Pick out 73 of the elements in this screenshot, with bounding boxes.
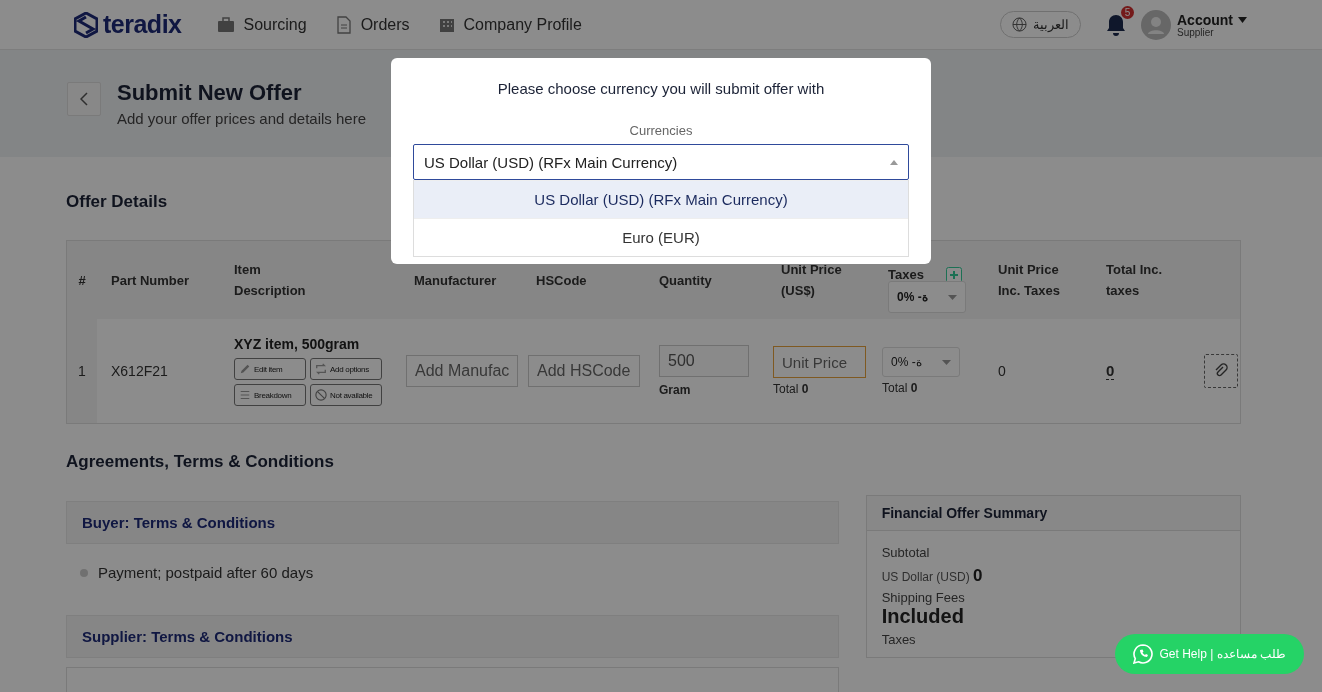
item-action-button[interactable]: Not available xyxy=(310,384,382,406)
logo-text: teradix xyxy=(103,10,182,39)
field-label: Currencies xyxy=(629,123,693,138)
summary-heading: Financial Offer Summary xyxy=(866,496,1240,531)
nav-link[interactable]: Company Profile xyxy=(437,15,582,34)
subtotal-label: Subtotal xyxy=(881,545,931,560)
item-action-button[interactable]: Add options xyxy=(310,358,382,380)
tax-select[interactable]: 0% -ة xyxy=(882,347,960,377)
language-button[interactable]: العربية xyxy=(1000,11,1081,38)
item-action-button[interactable]: Edit item xyxy=(234,358,306,380)
chat-icon xyxy=(1132,644,1153,664)
list-icon xyxy=(239,389,251,401)
nav-link[interactable]: Orders xyxy=(334,15,410,34)
avatar-icon xyxy=(1141,9,1171,40)
item-description: XYZ item, 500gram xyxy=(234,336,361,352)
column-header: # xyxy=(78,271,86,290)
globe-icon xyxy=(1012,17,1027,32)
nav-link[interactable]: Sourcing xyxy=(217,15,307,34)
column-header: Taxes xyxy=(888,266,924,284)
bullet-icon xyxy=(80,568,88,577)
shipping-label: Shipping Fees xyxy=(881,590,966,605)
bell-icon[interactable] xyxy=(1105,12,1127,37)
unit-price-field[interactable]: Unit Price xyxy=(773,346,866,378)
column-header: Unit Price Inc. Taxes xyxy=(998,261,1061,300)
caret-icon xyxy=(948,294,957,300)
hscode-field[interactable]: Add HSCode xyxy=(528,355,640,387)
section-heading: Offer Details xyxy=(66,192,168,212)
subtotal-currency: US Dollar (USD) xyxy=(881,570,971,584)
quantity-field: 500 xyxy=(659,345,749,377)
account-name[interactable]: Account xyxy=(1177,12,1233,28)
pencil-icon xyxy=(239,363,251,375)
tax-total: Total 0 xyxy=(882,381,919,395)
repeat-icon xyxy=(315,363,327,375)
unit-label: Gram xyxy=(659,383,692,397)
document-icon xyxy=(334,15,353,34)
unit-price-inc-taxes: 0 xyxy=(998,363,1007,379)
column-header: Quantity xyxy=(659,271,712,290)
item-action-button[interactable]: Breakdown xyxy=(234,384,306,406)
prohibited-icon xyxy=(315,389,327,401)
paperclip-icon xyxy=(1213,363,1229,379)
currency-option[interactable]: US Dollar (USD) (RFx Main Currency) xyxy=(414,180,908,218)
manufacturer-field[interactable]: Add Manufac xyxy=(406,355,518,387)
unit-price-total: Total 0 xyxy=(773,382,810,396)
page-subtitle: Add your offer prices and details here xyxy=(117,110,367,127)
tax-select[interactable]: 0% -ة xyxy=(888,281,966,313)
page-title: Submit New Offer xyxy=(117,80,303,106)
total-inc-taxes: 0 xyxy=(1106,362,1115,380)
column-header: Part Number xyxy=(111,271,190,290)
column-header: Total Inc. taxes xyxy=(1106,261,1164,300)
column-header: Unit Price (US$) xyxy=(781,261,843,300)
attach-button[interactable] xyxy=(1204,354,1238,388)
caret-icon[interactable] xyxy=(1238,17,1247,23)
caret-icon xyxy=(942,359,951,365)
caret-icon xyxy=(890,159,898,165)
term-text: Payment; postpaid after 60 days xyxy=(98,564,314,581)
shipping-value: Included xyxy=(881,605,965,628)
logo-icon xyxy=(74,11,98,38)
currency-select[interactable]: US Dollar (USD) (RFx Main Currency) xyxy=(413,144,909,180)
column-header: Item Description xyxy=(234,261,307,300)
notification-badge: 5 xyxy=(1121,5,1134,19)
subtotal-value: 0 xyxy=(973,566,983,585)
chevron-left-icon xyxy=(80,91,88,106)
modal-title: Please choose currency you will submit offer with xyxy=(497,80,825,97)
row-number: 1 xyxy=(67,319,97,423)
taxes-label: Taxes xyxy=(881,632,917,647)
column-header: Manufacturer xyxy=(414,271,494,290)
briefcase-icon xyxy=(217,15,236,34)
terms-header: Supplier: Terms & Conditions xyxy=(66,615,839,658)
terms-header: Buyer: Terms & Conditions xyxy=(66,501,839,544)
section-heading: Agreements, Terms & Conditions xyxy=(66,452,334,472)
account-role: Supplier xyxy=(1177,28,1215,37)
part-number: X612F21 xyxy=(111,363,169,379)
column-header: HSCode xyxy=(536,271,587,290)
